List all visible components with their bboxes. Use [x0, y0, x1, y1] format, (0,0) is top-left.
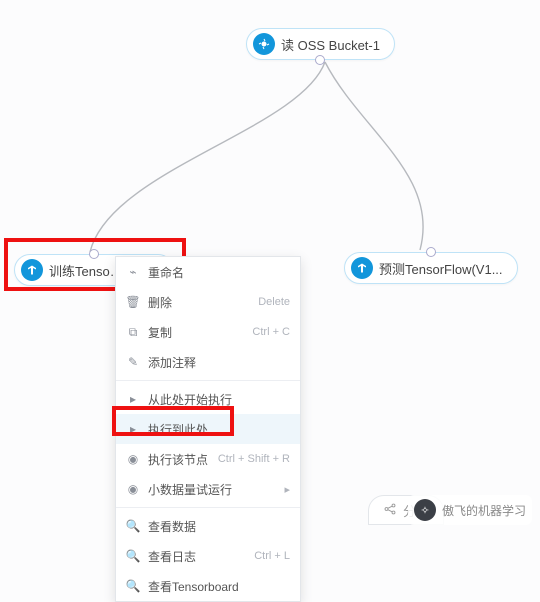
menu-label: 删除 [148, 294, 258, 311]
node-read-oss-bucket[interactable]: 读 OSS Bucket-1 [246, 28, 395, 60]
menu-item-copy[interactable]: ⧉ 复制 Ctrl + C [116, 317, 300, 347]
menu-label: 查看Tensorboard [148, 578, 290, 595]
menu-item-run-this-node[interactable]: ◉ 执行该节点 Ctrl + Shift + R [116, 444, 300, 474]
node-label: 预测TensorFlow(V1... [379, 259, 503, 278]
menu-label: 小数据量试运行 [148, 481, 284, 498]
menu-label: 查看数据 [148, 518, 290, 535]
menu-item-small-data-debug[interactable]: ◉ 小数据量试运行 ▸ [116, 474, 300, 504]
play-icon: ▸ [124, 392, 142, 406]
input-port[interactable] [89, 249, 99, 259]
share-icon [383, 502, 397, 519]
copy-icon: ⧉ [124, 325, 142, 340]
menu-shortcut: Ctrl + C [252, 326, 290, 338]
menu-label: 执行到此处 [148, 421, 290, 438]
tensorflow-icon [21, 259, 43, 281]
output-port[interactable] [315, 55, 325, 65]
trash-icon: 🗑 [124, 295, 142, 309]
menu-item-view-tensorboard[interactable]: 🔍 查看Tensorboard [116, 571, 300, 601]
node-predict-tensorflow[interactable]: 预测TensorFlow(V1... [344, 252, 518, 284]
menu-separator [116, 380, 300, 381]
debug-run-icon: ◉ [124, 482, 142, 496]
data-source-icon [253, 33, 275, 55]
menu-shortcut: Ctrl + L [254, 550, 290, 562]
menu-label: 执行该节点 [148, 451, 218, 468]
menu-item-view-data[interactable]: 🔍 查看数据 [116, 511, 300, 541]
menu-item-run-to-here[interactable]: ▸ 执行到此处 [116, 414, 300, 444]
menu-label: 从此处开始执行 [148, 391, 290, 408]
rename-icon: ⌁ [124, 265, 142, 279]
play-node-icon: ◉ [124, 452, 142, 466]
menu-shortcut: Delete [258, 296, 290, 308]
menu-label: 重命名 [148, 264, 290, 281]
watermark-text: 傲飞的机器学习 [442, 502, 526, 519]
log-icon: 🔍 [124, 549, 142, 563]
menu-label: 复制 [148, 324, 252, 341]
wechat-icon: ✧ [414, 499, 436, 521]
menu-item-run-from-here[interactable]: ▸ 从此处开始执行 [116, 384, 300, 414]
annotation-icon: ✎ [124, 355, 142, 369]
menu-separator [116, 507, 300, 508]
menu-item-view-log[interactable]: 🔍 查看日志 Ctrl + L [116, 541, 300, 571]
input-port[interactable] [426, 247, 436, 257]
watermark: ✧ 傲飞的机器学习 [408, 495, 532, 525]
tensorboard-icon: 🔍 [124, 579, 142, 593]
submenu-arrow-icon: ▸ [284, 483, 290, 496]
menu-item-rename[interactable]: ⌁ 重命名 [116, 257, 300, 287]
menu-label: 查看日志 [148, 548, 254, 565]
menu-shortcut: Ctrl + Shift + R [218, 453, 290, 465]
node-context-menu: ⌁ 重命名 🗑 删除 Delete ⧉ 复制 Ctrl + C ✎ 添加注释 ▸… [115, 256, 301, 602]
tensorflow-icon [351, 257, 373, 279]
menu-item-delete[interactable]: 🗑 删除 Delete [116, 287, 300, 317]
node-label: 读 OSS Bucket-1 [281, 35, 380, 54]
menu-label: 添加注释 [148, 354, 290, 371]
menu-item-annotate[interactable]: ✎ 添加注释 [116, 347, 300, 377]
workflow-canvas[interactable]: 读 OSS Bucket-1 预测TensorFlow(V1... 训练Tens… [0, 0, 540, 531]
node-label: 训练Tenso… [49, 261, 123, 280]
play-to-icon: ▸ [124, 422, 142, 436]
